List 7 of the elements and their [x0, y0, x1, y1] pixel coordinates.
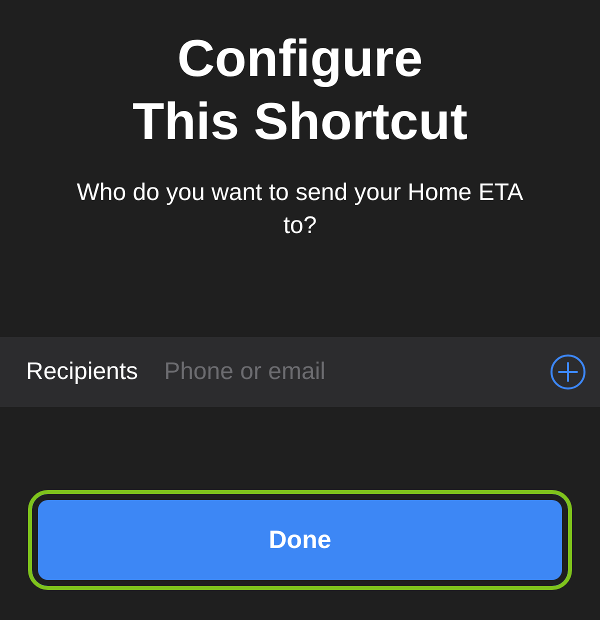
- field-label: Recipients: [26, 358, 138, 386]
- done-button[interactable]: Done: [28, 490, 572, 590]
- prompt-text: Who do you want to send your Home ETA to?: [76, 178, 524, 241]
- input-field[interactable]: Phone or email: [164, 358, 550, 386]
- add-icon[interactable]: [550, 354, 586, 390]
- screen-title: Configure This Shortcut: [131, 29, 469, 153]
- recipients-field[interactable]: Recipients Phone or email: [0, 337, 600, 407]
